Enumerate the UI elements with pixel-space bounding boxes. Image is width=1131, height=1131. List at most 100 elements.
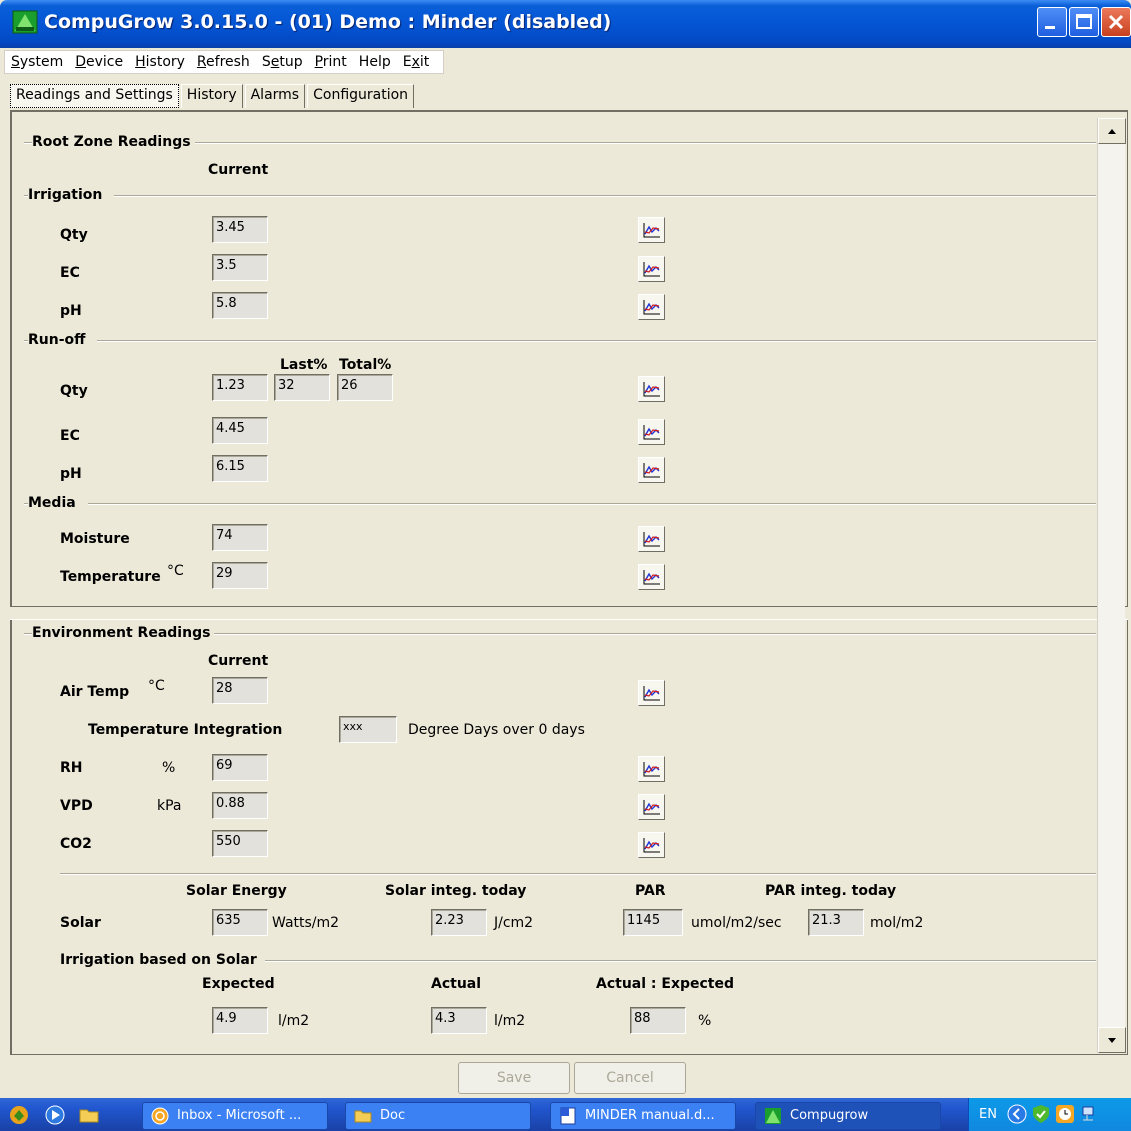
irrigation-ec-label: EC (60, 265, 80, 281)
divider (24, 503, 1096, 505)
vpd-unit: kPa (157, 798, 182, 814)
scroll-up-button[interactable] (1098, 118, 1126, 144)
menu-item-print[interactable]: Print (309, 54, 353, 70)
expected-unit: l/m2 (278, 1013, 310, 1029)
folder-icon[interactable] (78, 1104, 100, 1126)
menu-item-refresh[interactable]: Refresh (191, 54, 256, 70)
air-temp-unit: °C (148, 678, 165, 694)
chart-icon (643, 262, 660, 277)
co2-chart-button[interactable] (638, 832, 665, 858)
vertical-scrollbar[interactable] (1097, 118, 1126, 1053)
menu-item-system[interactable]: System (5, 54, 69, 70)
taskbar-item-label: MINDER manual.d... (585, 1108, 715, 1123)
vpd-label: VPD (60, 798, 93, 814)
solar-integ-unit: J/cm2 (494, 915, 534, 931)
ratio-unit: % (698, 1013, 712, 1029)
irrigation-qty-chart-button[interactable] (638, 217, 665, 243)
menu-bar: System Device History Refresh Setup Print Help… (0, 48, 1131, 75)
co2-label: CO2 (60, 836, 92, 852)
outlook-icon (151, 1107, 169, 1125)
app-icon (12, 10, 38, 34)
arrow-down-icon (1108, 1038, 1116, 1043)
taskbar-item-doc[interactable]: Doc (345, 1102, 531, 1130)
menu-item-help[interactable]: Help (353, 54, 397, 70)
network-icon[interactable] (1079, 1104, 1099, 1124)
close-button[interactable] (1101, 7, 1131, 37)
readings-panel (10, 110, 1128, 1055)
cancel-button[interactable]: Cancel (574, 1062, 686, 1094)
total-pct-header: Total% (339, 357, 392, 373)
temp-integration-label: Temperature Integration (88, 722, 283, 738)
media-player-icon[interactable] (44, 1104, 66, 1126)
tab-configuration[interactable]: Configuration (307, 84, 415, 108)
rh-field: 69 (212, 754, 268, 781)
env-current-header: Current (208, 653, 269, 669)
par-field: 1145 (623, 909, 683, 936)
language-indicator[interactable]: EN (979, 1107, 997, 1122)
current-header: Current (208, 162, 269, 178)
runoff-ec-chart-button[interactable] (638, 419, 665, 445)
runoff-last-pct-field: 32 (274, 374, 330, 401)
moisture-field: 74 (212, 524, 268, 551)
media-temp-field: 29 (212, 562, 268, 589)
chart-icon (643, 382, 660, 397)
vpd-chart-button[interactable] (638, 794, 665, 820)
word-doc-icon (560, 1107, 576, 1125)
par-integ-unit: mol/m2 (870, 915, 924, 931)
tab-alarms[interactable]: Alarms (244, 84, 306, 108)
scroll-down-button[interactable] (1098, 1027, 1126, 1053)
taskbar-item-compugrow[interactable]: Compugrow (755, 1102, 941, 1130)
menu-item-exit[interactable]: Exit (397, 54, 436, 70)
expected-field: 4.9 (212, 1007, 268, 1034)
taskbar-item-minder-manual[interactable]: MINDER manual.d... (550, 1102, 736, 1130)
close-icon (1108, 14, 1124, 30)
chart-icon (643, 532, 660, 547)
air-temp-chart-button[interactable] (638, 680, 665, 706)
chart-icon (643, 762, 660, 777)
taskbar-item-label: Doc (380, 1108, 406, 1123)
solar-integ-field: 2.23 (431, 909, 487, 936)
start-icon[interactable] (8, 1104, 30, 1126)
minimize-icon (1045, 26, 1055, 29)
irrigation-qty-field: 3.45 (212, 216, 268, 243)
taskbar-item-label: Inbox - Microsoft ... (177, 1108, 302, 1123)
minimize-button[interactable] (1037, 7, 1067, 37)
runoff-total-pct-field: 26 (337, 374, 393, 401)
save-button[interactable]: Save (458, 1062, 570, 1094)
window-title: CompuGrow 3.0.15.0 - (01) Demo : Minder … (44, 11, 612, 33)
maximize-button[interactable] (1069, 7, 1099, 37)
chart-icon (643, 425, 660, 440)
media-temp-label: Temperature (60, 569, 161, 585)
chart-icon (643, 800, 660, 815)
taskbar-item-inbox[interactable]: Inbox - Microsoft ... (142, 1102, 328, 1130)
solar-energy-header: Solar Energy (186, 883, 287, 899)
media-title: Media (28, 495, 88, 511)
runoff-ec-field: 4.45 (212, 417, 268, 444)
rh-label: RH (60, 760, 83, 776)
menu-item-setup[interactable]: Setup (256, 54, 309, 70)
media-temp-chart-button[interactable] (638, 564, 665, 590)
irrigation-ph-chart-button[interactable] (638, 294, 665, 320)
expected-header: Expected (202, 976, 275, 992)
menu-list: System Device History Refresh Setup Print Help… (4, 50, 445, 74)
rh-chart-button[interactable] (638, 756, 665, 782)
runoff-qty-chart-button[interactable] (638, 376, 665, 402)
irrigation-ec-chart-button[interactable] (638, 256, 665, 282)
tab-history[interactable]: History (180, 84, 243, 108)
menu-item-device[interactable]: Device (69, 54, 129, 70)
solar-integ-header: Solar integ. today (385, 883, 527, 899)
vpd-field: 0.88 (212, 792, 268, 819)
divider (24, 340, 1096, 342)
irrigation-ph-field: 5.8 (212, 292, 268, 319)
ratio-header: Actual : Expected (596, 976, 735, 992)
runoff-ph-chart-button[interactable] (638, 457, 665, 483)
security-shield-icon[interactable] (1031, 1104, 1051, 1124)
par-integ-field: 21.3 (808, 909, 864, 936)
par-integ-header: PAR integ. today (765, 883, 897, 899)
clock-reminder-icon[interactable] (1055, 1104, 1075, 1124)
menu-item-history[interactable]: History (129, 54, 191, 70)
tray-arrow-icon[interactable] (1007, 1104, 1027, 1124)
moisture-chart-button[interactable] (638, 526, 665, 552)
tab-readings-settings[interactable]: Readings and Settings (10, 84, 179, 108)
root-zone-title: Root Zone Readings (32, 134, 195, 150)
